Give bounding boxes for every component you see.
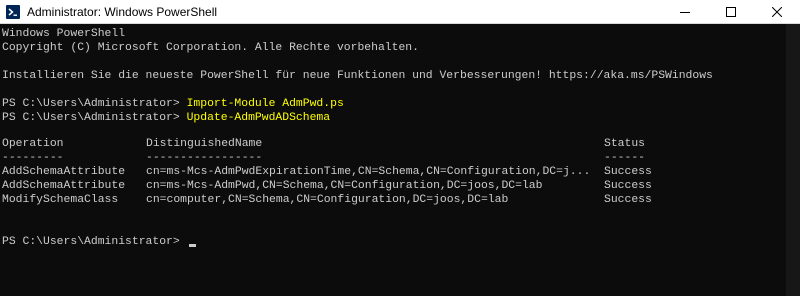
distinguishedname-cell: cn=ms-Mcs-AdmPwdExpirationTime,CN=Schema… xyxy=(146,166,591,178)
column-header-operation: Operation xyxy=(2,138,64,150)
install-notice-line: Installieren Sie die neueste PowerShell … xyxy=(2,70,713,82)
prompt: PS C:\Users\Administrator> xyxy=(2,98,187,110)
column-underline: ----------------- xyxy=(146,152,263,164)
column-underline: --------- xyxy=(2,152,64,164)
command-line: PS C:\Users\Administrator> Import-Module… xyxy=(2,97,344,111)
powershell-icon xyxy=(6,5,20,19)
operation-cell: AddSchemaAttribute xyxy=(2,180,126,192)
distinguishedname-cell: cn=ms-Mcs-AdmPwd,CN=Schema,CN=Configurat… xyxy=(146,180,543,192)
prompt: PS C:\Users\Administrator> xyxy=(2,236,187,248)
distinguishedname-cell: cn=computer,CN=Schema,CN=Configuration,D… xyxy=(146,194,509,206)
minimize-button[interactable] xyxy=(662,0,708,24)
close-icon xyxy=(772,7,782,17)
column-header-status: Status xyxy=(604,138,646,150)
close-button[interactable] xyxy=(754,0,800,24)
maximize-button[interactable] xyxy=(708,0,754,24)
console-output[interactable]: Windows PowerShell Copyright (C) Microso… xyxy=(0,24,786,296)
title-bar[interactable]: Administrator: Windows PowerShell xyxy=(0,0,800,24)
status-cell: Success xyxy=(604,180,652,192)
maximize-icon xyxy=(726,7,736,17)
operation-cell: ModifySchemaClass xyxy=(2,194,119,206)
status-cell: Success xyxy=(604,166,652,178)
operation-cell: AddSchemaAttribute xyxy=(2,166,126,178)
column-underline: ------ xyxy=(604,152,646,164)
command-line: PS C:\Users\Administrator> Update-AdmPwd… xyxy=(2,111,330,125)
minimize-icon xyxy=(680,12,690,13)
status-cell: Success xyxy=(604,194,652,206)
vertical-scrollbar[interactable] xyxy=(786,24,800,296)
prompt: PS C:\Users\Administrator> xyxy=(2,112,187,124)
command-text: Import-Module AdmPwd.ps xyxy=(186,98,344,110)
column-header-distinguishedname: DistinguishedName xyxy=(146,138,263,150)
command-text: Update-AdmPwdADSchema xyxy=(186,112,331,124)
banner-line: Windows PowerShell xyxy=(2,28,126,40)
input-line[interactable]: PS C:\Users\Administrator> xyxy=(2,235,187,249)
copyright-line: Copyright (C) Microsoft Corporation. All… xyxy=(2,42,419,54)
text-cursor xyxy=(189,244,196,247)
window-title: Administrator: Windows PowerShell xyxy=(27,5,218,19)
